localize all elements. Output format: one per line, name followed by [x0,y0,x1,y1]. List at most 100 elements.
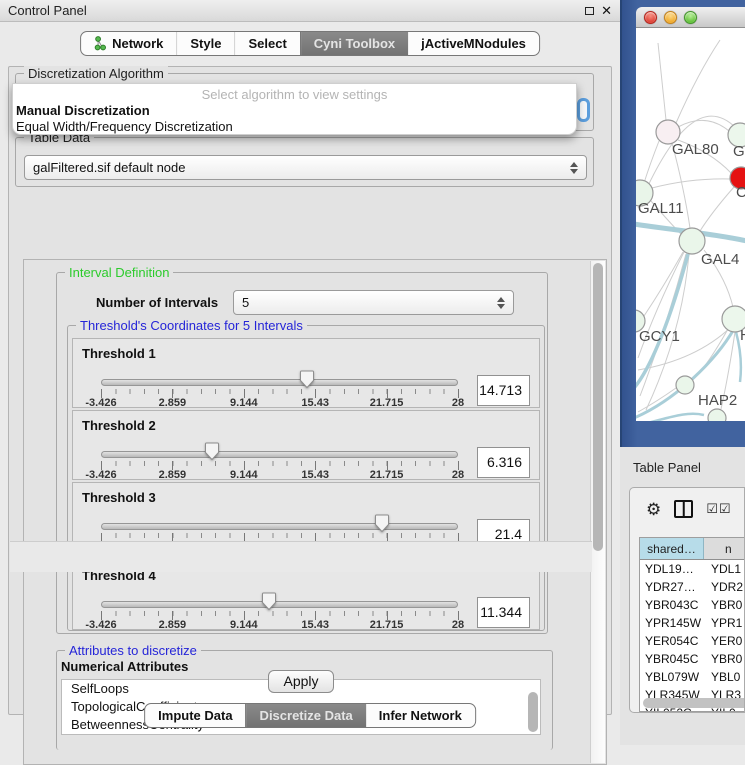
cell-shared-name[interactable]: YBL079W [640,668,704,686]
column-header-name[interactable]: n [704,538,744,559]
minimize-traffic-light-icon[interactable] [664,11,677,24]
slider-tick-label: 21.715 [370,619,404,631]
tab-network-label: Network [112,36,163,51]
cell-shared-name[interactable]: YPR145W [640,614,704,632]
slider-handle-icon[interactable] [299,370,315,389]
cell-name[interactable]: YBL0 [704,668,744,686]
close-traffic-light-icon[interactable] [644,11,657,24]
slider-handle-icon[interactable] [204,442,220,461]
cell-shared-name[interactable]: YER054C [640,632,704,650]
tab-impute-data[interactable]: Impute Data [145,704,245,727]
discretization-algorithm-title: Discretization Algorithm [24,66,168,81]
slider-handle-icon[interactable] [374,514,390,533]
network-node-label: GAL11 [638,200,684,217]
network-node-label: GAL4 [701,251,739,268]
settings-scrollbar[interactable] [590,261,605,763]
slider-tick-label: 2.859 [159,469,187,481]
threshold-slider[interactable] [101,451,458,458]
slider-tick-labels: -3.4262.8599.14415.4321.71528 [101,619,458,631]
slider-tick-label: 28 [452,619,464,631]
slider-handle-icon[interactable] [261,592,277,611]
threshold-value-field[interactable]: 11.344 [477,597,530,628]
threshold-slider[interactable] [101,523,458,530]
network-node[interactable] [708,409,726,421]
float-window-icon[interactable] [585,7,594,15]
horizontal-scrollbar-thumb[interactable] [643,698,744,708]
cell-shared-name[interactable]: YDR27… [640,578,704,596]
control-panel-title: Control Panel [8,3,87,18]
cell-name[interactable]: YPR1 [704,614,744,632]
slider-tick-label: 28 [452,397,464,409]
dropdown-option-equal-width[interactable]: Equal Width/Frequency Discretization [13,119,576,135]
cell-name[interactable]: YBR0 [704,650,744,668]
tab-cyni-toolbox[interactable]: Cyni Toolbox [300,32,408,55]
scrollbar-thumb[interactable] [593,263,603,551]
thresholds-group-title: Threshold's Coordinates for 5 Intervals [76,318,307,333]
cell-shared-name[interactable]: YDL19… [640,560,704,578]
network-node-label: C [736,184,745,201]
threshold-slider[interactable] [101,601,458,608]
tab-infer-network[interactable]: Infer Network [366,704,475,727]
cyni-bottom-tabs: Impute Data Discretize Data Infer Networ… [144,703,476,728]
tab-select[interactable]: Select [234,32,299,55]
slider-tick-label: 2.859 [159,619,187,631]
threshold-slider[interactable] [101,379,458,386]
combo-spinner-icon [570,162,578,174]
tab-jactivemnodules[interactable]: jActiveMNodules [408,32,539,55]
table-row[interactable]: YBL079WYBL0 [640,668,744,686]
number-of-intervals-combobox[interactable]: 5 [233,290,514,315]
network-view-canvas[interactable]: GAL80GCGAL11GAL4GCY1HHAP2 [636,28,745,421]
table-row[interactable]: YDR27…YDR2 [640,578,744,596]
checkbox-columns-icon[interactable]: ☑☑ [706,501,731,517]
tab-jactivemnodules-label: jActiveMNodules [421,36,526,51]
table-toolbar: ⚙ ☑☑ [630,488,744,530]
slider-tick-label: 28 [452,469,464,481]
threshold-value-field[interactable]: 14.713 [477,375,530,406]
algorithm-combobox-focus-ring[interactable] [577,98,590,122]
tab-style-label: Style [190,36,221,51]
table-row[interactable]: YBR045CYBR0 [640,650,744,668]
table-panel-region: Table Panel ⚙ ☑☑ shared… n YDL19…YDL1YDR… [620,447,745,745]
dropdown-option-manual[interactable]: Manual Discretization [13,103,576,119]
list-scrollbar[interactable] [528,692,538,732]
close-icon[interactable]: ✕ [601,4,612,17]
threshold-label: Threshold 2 [82,418,156,433]
table-panel-title: Table Panel [633,460,701,475]
threshold-value-field[interactable]: 6.316 [477,447,530,478]
cell-shared-name[interactable]: YBR045C [640,650,704,668]
threshold-label: Threshold 3 [82,490,156,505]
table-row[interactable]: YDL19…YDL1 [640,560,744,578]
node-table: shared… n YDL19…YDL1YDR27…YDR2YBR043CYBR… [639,537,744,712]
table-data-combobox[interactable]: galFiltered.sif default node [24,155,587,180]
table-row[interactable]: YBR043CYBR0 [640,596,744,614]
slider-tick-labels: -3.4262.8599.14415.4321.71528 [101,397,458,409]
network-node-label: GAL80 [672,141,719,158]
tab-network[interactable]: Network [81,32,176,55]
table-row[interactable]: YER054CYER0 [640,632,744,650]
number-of-intervals-value: 5 [242,295,249,310]
slider-tick-label: 15.43 [301,397,329,409]
column-split-icon[interactable] [674,500,693,518]
gear-icon[interactable]: ⚙ [646,501,661,518]
apply-button[interactable]: Apply [268,670,334,693]
cell-name[interactable]: YDR2 [704,578,744,596]
tab-style[interactable]: Style [176,32,234,55]
slider-tick-label: 9.144 [230,469,258,481]
cell-name[interactable]: YDL1 [704,560,744,578]
table-data-group: Table Data galFiltered.sif default node [15,137,594,187]
algorithm-dropdown-popup: Select algorithm to view settings Manual… [12,83,577,135]
table-data-selected-value: galFiltered.sif default node [33,160,185,175]
network-node-label: HAP2 [698,392,737,409]
network-window-titlebar[interactable] [636,7,745,28]
network-node-label: GCY1 [639,328,680,345]
cell-name[interactable]: YBR0 [704,596,744,614]
network-node[interactable] [676,376,694,394]
tab-discretize-data[interactable]: Discretize Data [246,704,366,727]
table-row[interactable]: YPR145WYPR1 [640,614,744,632]
column-header-shared-name[interactable]: shared… [640,538,704,559]
cell-name[interactable]: YER0 [704,632,744,650]
control-panel-titlebar: Control Panel ✕ [0,0,620,22]
interval-definition-title: Interval Definition [65,265,173,280]
cell-shared-name[interactable]: YBR043C [640,596,704,614]
zoom-traffic-light-icon[interactable] [684,11,697,24]
